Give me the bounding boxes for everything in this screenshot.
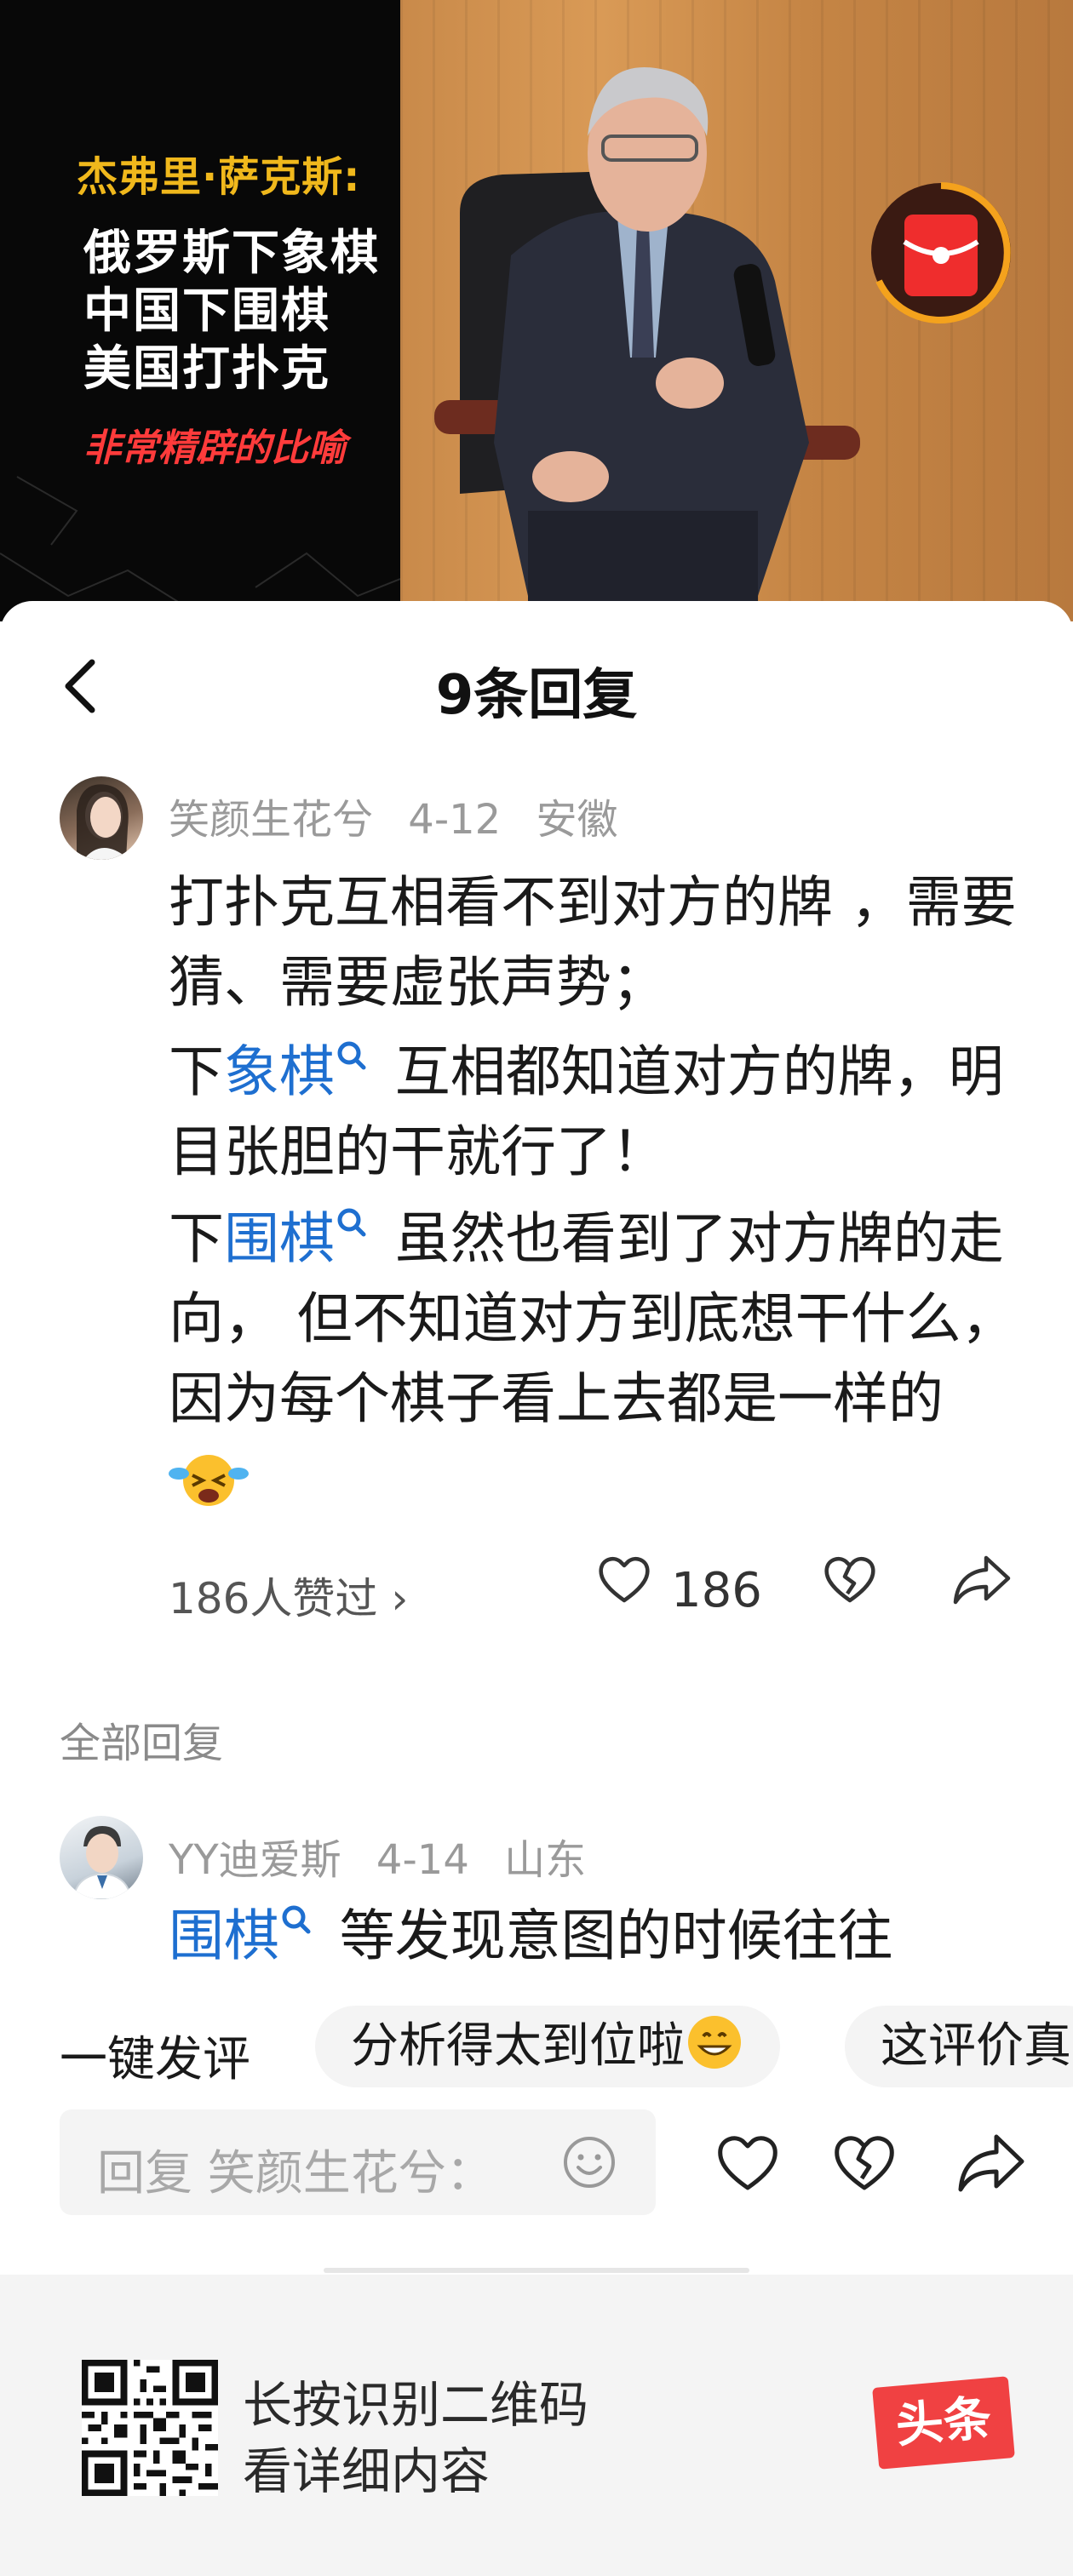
footer-line-1: 长按识别二维码 bbox=[243, 2376, 589, 2434]
reply-meta: YY迪爱斯 4-14 山东 bbox=[169, 1826, 608, 1886]
comment-paragraph-3: 下围棋 虽然也看到了对方牌的走向， 但不知道对方到底想干什么，因为每个棋子看上去… bbox=[169, 1199, 1020, 1520]
laugh-cry-emoji-icon bbox=[169, 1455, 249, 1506]
quick-reply-label: 一键发评 bbox=[60, 2032, 250, 2087]
search-icon[interactable] bbox=[335, 1039, 369, 1079]
comment-author[interactable]: 笑颜生花兮 bbox=[169, 796, 373, 844]
quick-reply-chip[interactable]: 分析得太到位啦 bbox=[315, 2006, 780, 2087]
all-replies-label: 全部回复 bbox=[60, 1720, 224, 1767]
chip-label: 分析得太到位啦 bbox=[351, 2018, 685, 2074]
reply-date: 4-14 bbox=[376, 1836, 469, 1884]
footer-line-2: 看详细内容 bbox=[243, 2442, 491, 2500]
avatar[interactable] bbox=[60, 776, 143, 860]
toutiao-logo: 头条 bbox=[872, 2376, 1015, 2470]
emoji-picker-icon[interactable] bbox=[562, 2135, 617, 2190]
heart-icon[interactable] bbox=[596, 1551, 652, 1607]
broken-heart-icon[interactable] bbox=[832, 2130, 897, 2195]
home-indicator bbox=[324, 2268, 749, 2273]
broken-heart-icon[interactable] bbox=[822, 1551, 878, 1607]
liked-by-link[interactable]: 186人赞过 › bbox=[169, 1565, 408, 1626]
red-packet-icon[interactable] bbox=[869, 180, 1013, 325]
reply-rest: 等发现意图的时候往往 bbox=[322, 1904, 893, 1968]
comment-location: 安徽 bbox=[536, 796, 618, 844]
video-player[interactable]: 杰弗里·萨克斯: 俄罗斯下象棋 中国下围棋 美国打扑克 非常精辟的比喻 bbox=[0, 0, 1073, 621]
sheet-title: 9条回复 bbox=[435, 664, 638, 727]
comment-meta: 笑颜生花兮 4-12 安徽 bbox=[169, 786, 640, 845]
qr-code[interactable] bbox=[82, 2360, 218, 2496]
reply-author[interactable]: YY迪爱斯 bbox=[169, 1836, 341, 1884]
comment-date: 4-12 bbox=[408, 796, 502, 844]
comment-paragraph-1: 打扑克互相看不到对方的牌 ，需要猜、需要虚张声势； bbox=[169, 871, 1017, 1015]
like-count: 186 bbox=[671, 1563, 762, 1618]
keyword-link-xiangqi[interactable]: 象棋 bbox=[224, 1040, 335, 1104]
search-icon[interactable] bbox=[279, 1903, 313, 1943]
reply-text: 围棋 等发现意图的时候往往 bbox=[169, 1897, 1020, 1977]
overlay-speaker: 杰弗里·萨克斯: bbox=[77, 153, 361, 201]
keyword-link-weiqi[interactable]: 围棋 bbox=[169, 1904, 279, 1968]
share-icon[interactable] bbox=[957, 2130, 1025, 2195]
video-title-panel: 杰弗里·萨克斯: 俄罗斯下象棋 中国下围棋 美国打扑克 非常精辟的比喻 bbox=[0, 0, 400, 621]
share-icon[interactable] bbox=[952, 1551, 1012, 1607]
heart-icon[interactable] bbox=[715, 2130, 780, 2195]
reply-input[interactable]: 回复 笑颜生花兮： bbox=[60, 2109, 656, 2215]
keyword-link-weiqi[interactable]: 围棋 bbox=[224, 1207, 335, 1271]
avatar[interactable] bbox=[60, 1816, 143, 1899]
grin-emoji-icon bbox=[688, 2016, 741, 2069]
overlay-line-3: 美国打扑克 bbox=[83, 341, 330, 397]
reply-placeholder: 回复 笑颜生花兮： bbox=[97, 2146, 494, 2201]
paragraph-prefix: 下 bbox=[169, 1207, 225, 1271]
overlay-tag: 非常精辟的比喻 bbox=[83, 426, 346, 470]
comment-paragraph-2: 下象棋 互相都知道对方的牌，明目张胆的干就行了！ bbox=[169, 1033, 1020, 1193]
quick-reply-chip[interactable]: 这评价真 bbox=[845, 2006, 1073, 2087]
search-icon[interactable] bbox=[335, 1206, 369, 1245]
reply-location: 山东 bbox=[504, 1836, 587, 1884]
paragraph-prefix: 下 bbox=[169, 1040, 225, 1104]
